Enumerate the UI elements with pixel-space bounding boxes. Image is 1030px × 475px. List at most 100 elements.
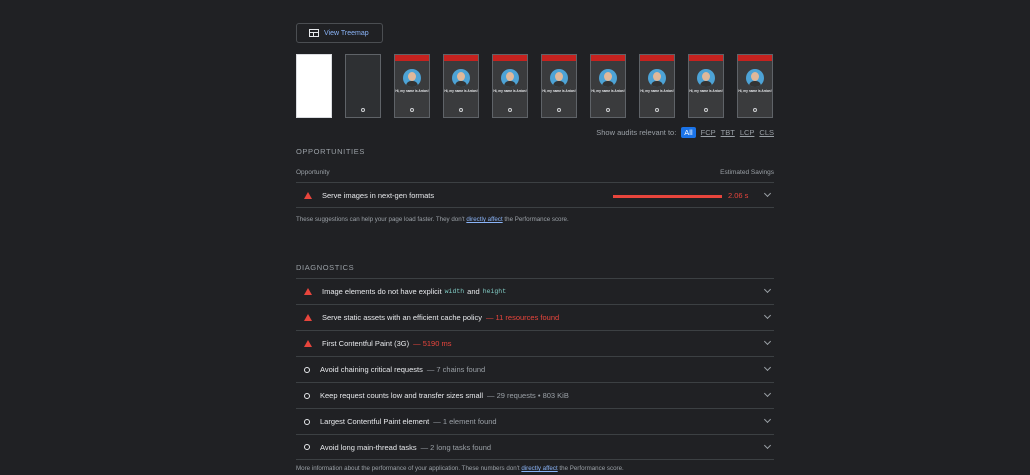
opportunities-column-header: Opportunity Estimated Savings [296,169,774,176]
info-circle-icon [304,366,310,373]
audits-filter-label: Show audits relevant to: [596,128,677,137]
diagnostic-row-cache-policy[interactable]: Serve static assets with an efficient ca… [296,304,774,330]
loading-dot-icon [557,108,561,112]
chevron-down-icon[interactable] [763,389,772,398]
code-width: width [444,288,465,295]
opportunities-heading: OPPORTUNITIES [296,147,365,156]
chevron-down-icon[interactable] [763,415,772,424]
loading-dot-icon [606,108,610,112]
loading-dot-icon [361,108,365,112]
loading-dot-icon [753,108,757,112]
opportunity-column-label: Opportunity [296,169,330,176]
opportunities-note: These suggestions can help your page loa… [296,216,569,223]
loading-dot-icon [508,108,512,112]
info-circle-icon [304,418,310,425]
frame-caption: Hi, my name is Anton! [689,89,723,93]
audit-detail: — 29 requests • 803 KiB [487,391,569,400]
chevron-down-icon[interactable] [763,441,772,449]
estimated-savings-column-label: Estimated Savings [720,169,774,176]
code-height: height [482,288,507,295]
note-text: More information about the performance o… [296,465,520,472]
diagnostic-row-fcp-3g[interactable]: First Contentful Paint (3G) — 5190 ms [296,330,774,356]
fail-triangle-icon [304,314,312,321]
filmstrip-frame: Hi, my name is Anton! [688,54,724,118]
filmstrip-frame: Hi, my name is Anton! [394,54,430,118]
diagnostic-row-image-dimensions[interactable]: Image elements do not have explicit widt… [296,278,774,304]
avatar [550,69,568,87]
diagnostic-row-long-tasks[interactable]: Avoid long main-thread tasks — 2 long ta… [296,434,774,460]
audit-title-and: and [467,287,480,296]
performance-section: View Treemap Hi, my name is Anton! Hi, m… [296,0,774,475]
note-text: the Performance score. [559,465,624,472]
filmstrip-frame: Hi, my name is Anton! [541,54,577,118]
chevron-down-icon[interactable] [763,363,772,372]
audit-title: Serve images in next-gen formats [322,190,435,200]
audit-title: First Contentful Paint (3G) [322,339,410,348]
directly-affect-link[interactable]: directly affect [466,216,502,223]
frame-caption: Hi, my name is Anton! [591,89,625,93]
frame-caption: Hi, my name is Anton! [395,89,429,93]
directly-affect-link[interactable]: directly affect [521,465,557,472]
diagnostic-row-request-counts[interactable]: Keep request counts low and transfer siz… [296,382,774,408]
diagnostic-row-critical-chains[interactable]: Avoid chaining critical requests — 7 cha… [296,356,774,382]
avatar [697,69,715,87]
diagnostics-heading: DIAGNOSTICS [296,263,355,272]
frame-caption: Hi, my name is Anton! [444,89,478,93]
loading-dot-icon [410,108,414,112]
filter-lcp[interactable]: LCP [740,128,755,137]
info-circle-icon [304,392,310,399]
frame-caption: Hi, my name is Anton! [542,89,576,93]
filmstrip-frame [345,54,381,118]
info-circle-icon [304,444,310,450]
treemap-icon [309,29,319,37]
avatar [501,69,519,87]
filmstrip-frame: Hi, my name is Anton! [639,54,675,118]
filter-cls[interactable]: CLS [759,128,774,137]
filter-tbt[interactable]: TBT [721,128,735,137]
avatar [452,69,470,87]
filmstrip-frame: Hi, my name is Anton! [443,54,479,118]
note-text: These suggestions can help your page loa… [296,216,465,223]
audit-title: Image elements do not have explicit [322,287,442,296]
frame-caption: Hi, my name is Anton! [640,89,674,93]
fail-triangle-icon [304,340,312,347]
audit-title: Avoid long main-thread tasks [320,442,417,452]
diagnostic-row-lcp-element[interactable]: Largest Contentful Paint element — 1 ele… [296,408,774,434]
audit-title: Largest Contentful Paint element [320,417,430,426]
filmstrip-frame: Hi, my name is Anton! [492,54,528,118]
chevron-down-icon[interactable] [763,337,772,346]
audit-detail: — 11 resources found [485,313,560,322]
diagnostics-note: More information about the performance o… [296,465,624,472]
avatar [746,69,764,87]
filter-all[interactable]: All [681,127,696,138]
filmstrip-frame [296,54,332,118]
audit-detail: — 5190 ms [413,339,452,348]
chevron-down-icon[interactable] [763,311,772,320]
avatar [648,69,666,87]
audit-title: Serve static assets with an efficient ca… [322,313,482,322]
audit-detail: — 2 long tasks found [420,442,492,452]
frame-caption: Hi, my name is Anton! [738,89,772,93]
filmstrip-frame: Hi, my name is Anton! [590,54,626,118]
filmstrip-frame: Hi, my name is Anton! [737,54,773,118]
note-text: the Performance score. [504,216,569,223]
chevron-down-icon[interactable] [763,285,772,294]
fail-triangle-icon [304,288,312,295]
view-treemap-button[interactable]: View Treemap [296,23,383,43]
loading-dot-icon [704,108,708,112]
audit-detail: — 1 element found [433,417,497,426]
audit-title: Avoid chaining critical requests [320,365,423,374]
audits-filter: Show audits relevant to: All FCP TBT LCP… [596,127,774,138]
loading-dot-icon [655,108,659,112]
opportunity-row-next-gen-formats[interactable]: Serve images in next-gen formats 2.06 s [296,182,774,208]
filter-fcp[interactable]: FCP [701,128,716,137]
frame-caption: Hi, my name is Anton! [493,89,527,93]
audit-detail: — 7 chains found [426,365,486,374]
view-treemap-label: View Treemap [324,29,369,37]
chevron-down-icon[interactable] [763,189,772,197]
avatar [403,69,421,87]
savings-bar [613,195,722,198]
savings-value: 2.06 s [728,191,749,200]
audit-title: Keep request counts low and transfer siz… [320,391,483,400]
avatar [599,69,617,87]
